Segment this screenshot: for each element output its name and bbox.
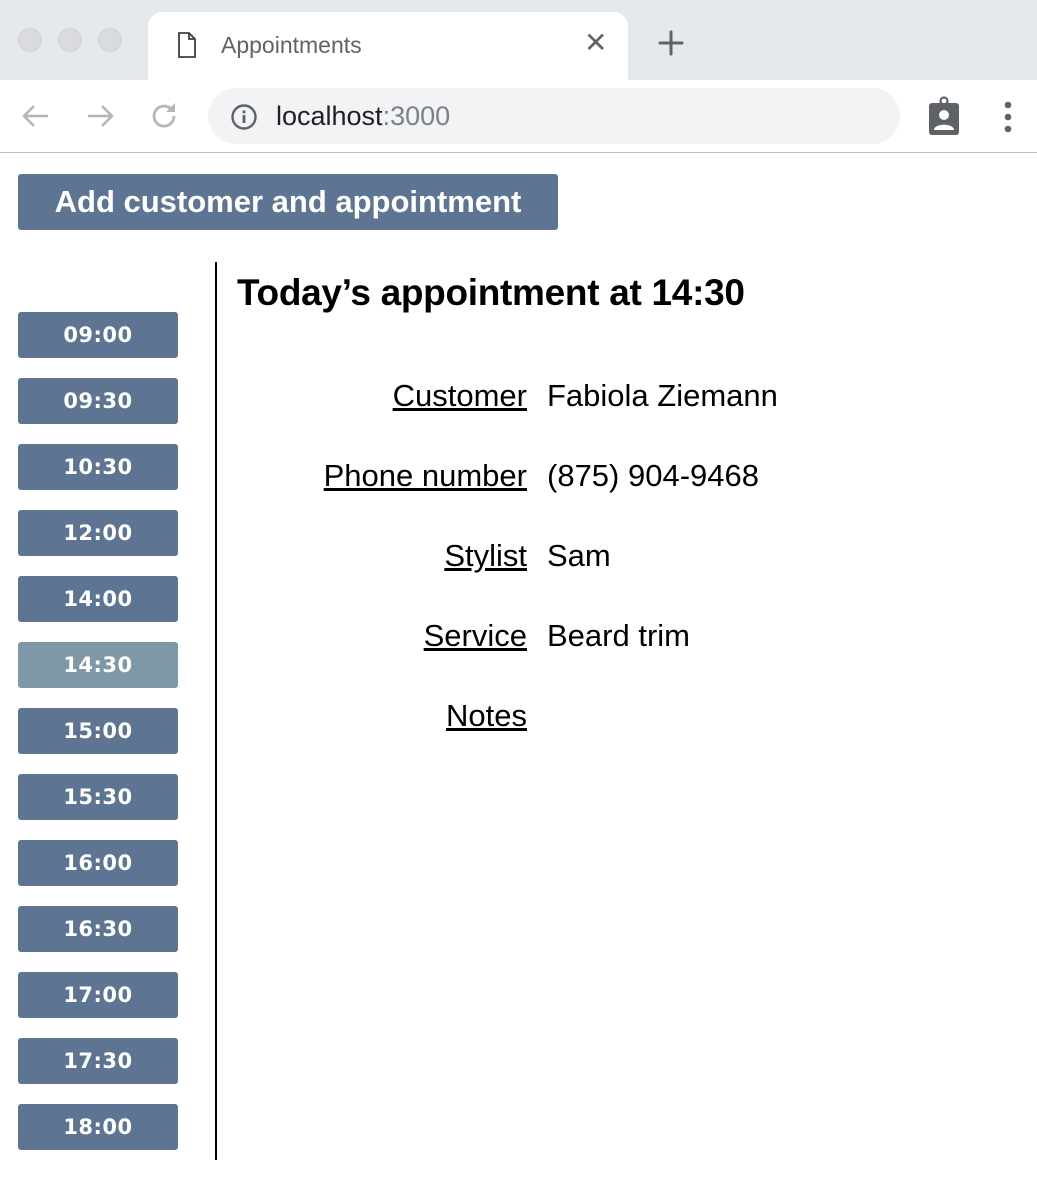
time-slot-list: 09:00 09:30 10:30 12:00 14:00 14:30 15:00 15:30…	[18, 312, 178, 1170]
window-close-dot[interactable]	[18, 28, 42, 52]
close-icon[interactable]: ✕	[584, 28, 607, 58]
window-minimize-dot[interactable]	[58, 28, 82, 52]
time-slot-button[interactable]: 09:30	[18, 378, 178, 424]
url-text: localhost:3000	[276, 101, 450, 132]
window-maximize-dot[interactable]	[98, 28, 122, 52]
field-value: (875) 904-9468	[547, 458, 759, 493]
field-value: Beard trim	[547, 618, 690, 653]
reload-icon[interactable]	[148, 100, 180, 132]
appointment-detail: Today’s appointment at 14:30 Customer Fab…	[237, 272, 1017, 733]
time-slot-button[interactable]: 16:30	[18, 906, 178, 952]
time-slot-button[interactable]: 16:00	[18, 840, 178, 886]
time-slot-button[interactable]: 17:00	[18, 972, 178, 1018]
field-label: Notes	[446, 698, 527, 733]
browser-tab-strip: Appointments ✕	[0, 0, 1037, 80]
appointment-fields: Customer Fabiola Ziemann Phone number (875)…	[237, 378, 1017, 778]
kebab-menu-icon[interactable]	[998, 100, 1018, 134]
appointment-field-row: Stylist Sam	[237, 538, 1017, 618]
appointment-heading: Today’s appointment at 14:30	[237, 272, 745, 313]
time-slot-button[interactable]: 14:00	[18, 576, 178, 622]
time-slot-button[interactable]: 15:30	[18, 774, 178, 820]
time-slot-button[interactable]: 15:00	[18, 708, 178, 754]
badge-extension-icon[interactable]	[928, 96, 960, 136]
time-slot-button[interactable]: 10:30	[18, 444, 178, 490]
field-label: Stylist	[444, 538, 527, 573]
time-slot-button-selected[interactable]: 14:30	[18, 642, 178, 688]
time-slot-button[interactable]: 09:00	[18, 312, 178, 358]
time-slot-button[interactable]: 17:30	[18, 1038, 178, 1084]
info-icon[interactable]	[230, 103, 258, 131]
field-label: Service	[423, 618, 527, 653]
url-port: :3000	[382, 101, 451, 131]
divider	[215, 262, 217, 1160]
field-value: Sam	[547, 538, 611, 573]
field-label: Phone number	[323, 458, 527, 493]
forward-icon[interactable]	[84, 100, 116, 132]
page-content: Add customer and appointment 09:00 09:30 1…	[0, 154, 1037, 1190]
browser-toolbar: localhost:3000	[0, 80, 1037, 153]
field-value: Fabiola Ziemann	[547, 378, 778, 413]
browser-tab[interactable]: Appointments ✕	[148, 12, 628, 80]
file-icon	[178, 32, 196, 58]
appointment-field-row: Notes	[237, 698, 1017, 778]
appointment-field-row: Customer Fabiola Ziemann	[237, 378, 1017, 458]
time-slot-button[interactable]: 12:00	[18, 510, 178, 556]
appointment-field-row: Phone number (875) 904-9468	[237, 458, 1017, 538]
plus-icon[interactable]	[656, 28, 686, 58]
address-bar[interactable]: localhost:3000	[208, 88, 900, 144]
add-customer-and-appointment-button[interactable]: Add customer and appointment	[18, 174, 558, 230]
url-host: localhost	[276, 101, 383, 131]
back-icon[interactable]	[20, 100, 52, 132]
time-slot-button[interactable]: 18:00	[18, 1104, 178, 1150]
tab-title: Appointments	[221, 32, 362, 58]
appointment-field-row: Service Beard trim	[237, 618, 1017, 698]
field-label: Customer	[392, 378, 527, 413]
